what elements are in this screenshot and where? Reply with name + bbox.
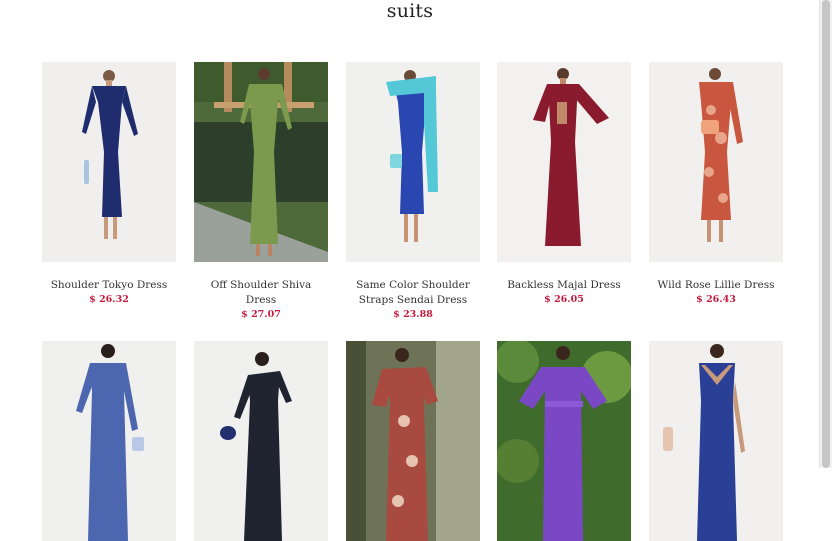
- scrollbar-thumb[interactable]: [822, 0, 830, 468]
- product-image[interactable]: [649, 62, 783, 262]
- product-image[interactable]: [194, 341, 328, 541]
- product-card[interactable]: Off Shoulder Shiva Dress $ 27.07: [194, 62, 328, 320]
- floral-rust-dress-photo: [649, 62, 783, 262]
- product-card[interactable]: Shoulder Tokyo Dress $ 26.32: [42, 62, 176, 305]
- product-card[interactable]: [194, 341, 328, 541]
- product-name[interactable]: Wild Rose Lillie Dress: [649, 278, 783, 293]
- page-title: suits: [386, 0, 434, 22]
- product-name[interactable]: Same Color Shoulder Straps Sendai Dress: [346, 278, 480, 308]
- purple-caftan-dress-photo: [497, 341, 631, 541]
- burgundy-dress-photo: [497, 62, 631, 262]
- navy-v-neck-dress-photo: [649, 341, 783, 541]
- product-image[interactable]: [649, 341, 783, 541]
- product-image[interactable]: [42, 341, 176, 541]
- black-one-shoulder-dress-photo: [194, 341, 328, 541]
- product-name[interactable]: Off Shoulder Shiva Dress: [194, 278, 328, 308]
- product-price: $ 26.43: [696, 294, 736, 305]
- product-image[interactable]: [497, 341, 631, 541]
- product-price: $ 27.07: [241, 309, 281, 320]
- product-image[interactable]: [346, 62, 480, 262]
- product-name[interactable]: Shoulder Tokyo Dress: [42, 278, 176, 293]
- product-name[interactable]: Backless Majal Dress: [497, 278, 631, 293]
- product-card[interactable]: [649, 341, 783, 541]
- product-image[interactable]: [42, 62, 176, 262]
- product-price: $ 23.88: [393, 309, 433, 320]
- product-card[interactable]: Wild Rose Lillie Dress $ 26.43: [649, 62, 783, 305]
- product-image[interactable]: [497, 62, 631, 262]
- blue-print-dress-photo: [42, 341, 176, 541]
- blue-cape-dress-photo: [346, 62, 480, 262]
- product-card[interactable]: [346, 341, 480, 541]
- product-card[interactable]: Backless Majal Dress $ 26.05: [497, 62, 631, 305]
- product-card[interactable]: [497, 341, 631, 541]
- product-card[interactable]: [42, 341, 176, 541]
- product-image[interactable]: [194, 62, 328, 262]
- green-off-shoulder-dress-photo: [194, 62, 328, 262]
- product-price: $ 26.05: [544, 294, 584, 305]
- navy-off-shoulder-dress-photo: [42, 62, 176, 262]
- red-paisley-dress-photo: [346, 341, 480, 541]
- product-image[interactable]: [346, 341, 480, 541]
- product-card[interactable]: Same Color Shoulder Straps Sendai Dress …: [346, 62, 480, 320]
- vertical-scrollbar[interactable]: [819, 0, 832, 468]
- product-price: $ 26.32: [89, 294, 129, 305]
